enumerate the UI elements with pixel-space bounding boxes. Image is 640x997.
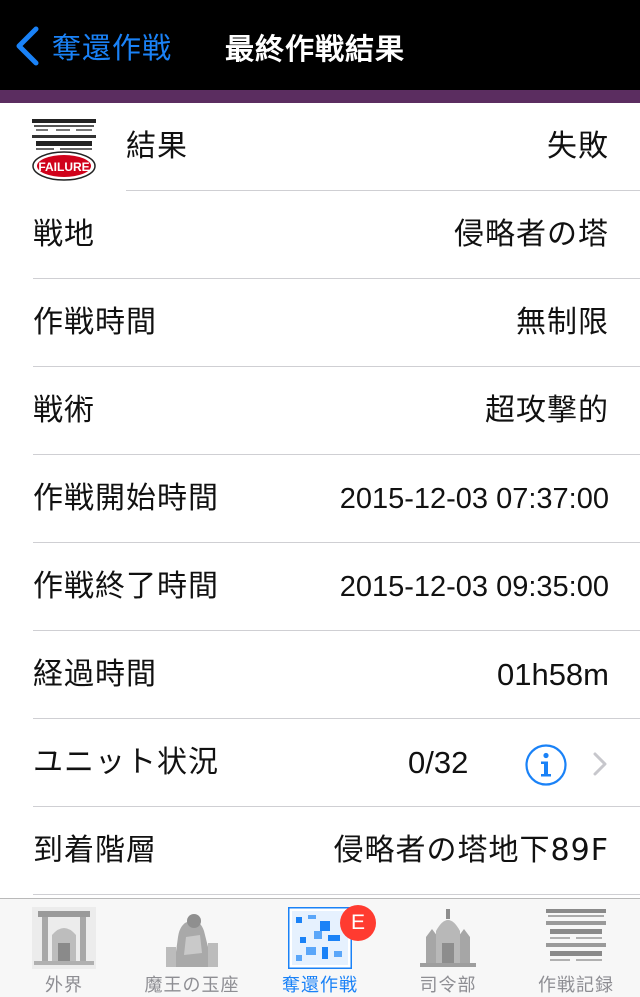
tab-label: 奪還作戦 <box>282 975 358 996</box>
start-time-row: 作戦開始時間 2015-12-03 07:37:00 <box>0 455 640 543</box>
notification-badge: E <box>340 905 376 941</box>
throne-icon <box>160 907 224 969</box>
back-chevron-icon <box>16 26 39 66</box>
battlefield-row: 戦地 侵略者の塔 <box>0 191 640 279</box>
row-label-operation-time: 作戦時間 <box>33 305 157 340</box>
row-value-tactics: 超攻撃的 <box>485 393 609 428</box>
row-value-end-time: 2015-12-03 09:35:00 <box>339 571 609 603</box>
chevron-right-icon[interactable] <box>592 751 608 777</box>
row-label-result: 結果 <box>126 129 188 164</box>
tab-label: 魔王の玉座 <box>144 975 240 996</box>
failure-result-icon: FAILURE <box>32 119 96 181</box>
row-value-start-time: 2015-12-03 07:37:00 <box>339 483 609 515</box>
tab-bar: 外界 魔王の玉座 奪還作戦 司令部 作戦記録 E <box>0 898 640 997</box>
headquarters-icon <box>416 907 480 969</box>
tab-records[interactable]: 作戦記録 <box>512 899 640 997</box>
row-label-start-time: 作戦開始時間 <box>33 481 219 516</box>
back-button[interactable]: 奪還作戦 <box>14 22 172 70</box>
row-value-battlefield: 侵略者の塔 <box>454 217 609 252</box>
tab-label: 作戦記録 <box>538 975 614 996</box>
row-label-unit-status: ユニット状況 <box>33 745 219 780</box>
end-time-row: 作戦終了時間 2015-12-03 09:35:00 <box>0 543 640 631</box>
outer-world-icon <box>32 907 96 969</box>
tab-outer-world[interactable]: 外界 <box>0 899 128 997</box>
row-label-tactics: 戦術 <box>33 393 95 428</box>
tactics-row: 戦術 超攻撃的 <box>0 367 640 455</box>
row-label-elapsed-time: 経過時間 <box>33 657 157 692</box>
row-value-operation-time: 無制限 <box>516 305 609 340</box>
tab-throne[interactable]: 魔王の玉座 <box>128 899 256 997</box>
row-label-battlefield: 戦地 <box>33 217 95 252</box>
tab-headquarters[interactable]: 司令部 <box>384 899 512 997</box>
info-icon[interactable] <box>524 743 568 787</box>
accent-bar <box>0 90 640 103</box>
elapsed-time-row: 経過時間 01h58m <box>0 631 640 719</box>
row-value-result: 失敗 <box>547 129 609 164</box>
arrival-floor-row: 到着階層 侵略者の塔地下89F <box>0 807 640 895</box>
row-divider <box>33 894 640 895</box>
row-value-unit-status: 0/32 <box>408 745 469 780</box>
back-button-label: 奪還作戦 <box>52 31 173 65</box>
row-value-arrival-floor: 侵略者の塔地下89F <box>333 833 609 868</box>
result-list: FAILURE 結果 失敗 戦地 侵略者の塔 作戦時間 無制限 戦術 超攻撃的 … <box>0 103 640 895</box>
records-icon <box>544 907 608 969</box>
row-label-end-time: 作戦終了時間 <box>33 569 219 604</box>
navigation-bar: 奪還作戦 最終作戦結果 <box>0 0 640 90</box>
unit-status-row[interactable]: ユニット状況 0/32 <box>0 719 640 807</box>
failure-text: FAILURE <box>38 160 89 174</box>
row-value-elapsed-time: 01h58m <box>496 657 609 692</box>
tab-label: 外界 <box>45 975 83 996</box>
row-label-arrival-floor: 到着階層 <box>33 833 157 868</box>
page-title: 最終作戦結果 <box>225 32 406 66</box>
tab-label: 司令部 <box>419 975 477 996</box>
operation-time-row: 作戦時間 無制限 <box>0 279 640 367</box>
result-row: FAILURE 結果 失敗 <box>0 103 640 191</box>
